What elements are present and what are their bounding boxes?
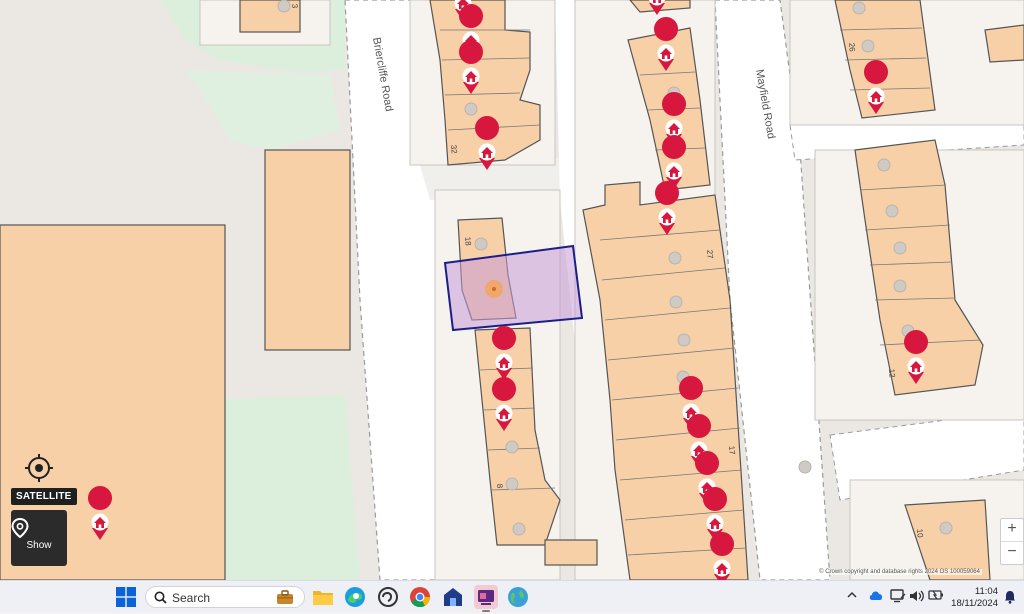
address-dot[interactable] xyxy=(798,460,812,474)
store-icon xyxy=(444,588,462,606)
active-app[interactable] xyxy=(474,585,498,612)
crosshair-icon xyxy=(25,454,53,482)
locate-me-button[interactable] xyxy=(24,453,54,483)
house-number: 10 xyxy=(915,528,925,538)
address-dot[interactable] xyxy=(668,251,682,265)
address-dot[interactable] xyxy=(277,0,291,13)
file-explorer-app[interactable] xyxy=(312,585,336,609)
taskbar: Search 11:04 18/11/2024 xyxy=(0,580,1024,612)
satellite-toggle[interactable]: SATELLITE xyxy=(11,488,77,505)
chrome-icon xyxy=(410,587,431,608)
clock-time: 11:04 xyxy=(974,586,998,597)
building xyxy=(544,539,598,566)
house-number: 18 xyxy=(463,236,473,246)
search-placeholder: Search xyxy=(172,591,211,605)
address-dot[interactable] xyxy=(669,295,683,309)
address-dot[interactable] xyxy=(852,1,866,15)
address-dot[interactable] xyxy=(464,102,478,116)
zoom-in-button[interactable]: + xyxy=(1001,519,1023,541)
house-number: 27 xyxy=(705,249,715,259)
building xyxy=(264,149,351,351)
volume-icon[interactable] xyxy=(909,589,925,603)
address-dot[interactable] xyxy=(877,158,891,172)
show-label: Show xyxy=(26,540,52,551)
selected-property-center xyxy=(492,287,496,291)
address-dot[interactable] xyxy=(939,521,953,535)
address-dot[interactable] xyxy=(474,237,488,251)
zoom-out-button[interactable]: − xyxy=(1001,541,1023,564)
folder-icon xyxy=(313,591,333,605)
address-dot[interactable] xyxy=(677,333,691,347)
network-icon[interactable] xyxy=(890,589,906,603)
house-number: 32 xyxy=(449,144,459,154)
copilot-app[interactable] xyxy=(377,585,401,609)
search-icon xyxy=(154,591,167,604)
store-app[interactable] xyxy=(442,585,466,609)
onedrive-cloud-icon[interactable] xyxy=(868,589,884,601)
address-dot[interactable] xyxy=(893,279,907,293)
widgets-app[interactable] xyxy=(507,585,531,609)
battery-icon[interactable] xyxy=(928,589,944,601)
app-window-icon xyxy=(478,590,494,605)
address-dot[interactable] xyxy=(505,440,519,454)
copilot-icon xyxy=(378,587,398,607)
map-canvas[interactable]: Briercliffe Road Mayfield Road 32 18 8 2… xyxy=(0,0,1024,580)
globe-icon xyxy=(508,587,528,607)
map-pin-icon xyxy=(11,518,29,538)
clock-date: 18/11/2024 xyxy=(951,598,998,609)
show-button[interactable]: Show xyxy=(11,510,67,566)
taskbar-clock[interactable]: 11:04 18/11/2024 xyxy=(951,586,998,610)
zoom-control: + − xyxy=(1000,518,1024,565)
green-area xyxy=(210,395,360,580)
address-dot[interactable] xyxy=(512,522,526,536)
address-dot[interactable] xyxy=(885,204,899,218)
briefcase-icon xyxy=(277,590,293,604)
address-dot[interactable] xyxy=(893,241,907,255)
windows-icon xyxy=(116,587,136,607)
address-dot[interactable] xyxy=(861,39,875,53)
house-number: 12 xyxy=(887,368,897,378)
chevron-up-icon[interactable] xyxy=(846,589,858,601)
house-number: 17 xyxy=(727,445,737,455)
house-number: 26 xyxy=(847,42,857,52)
notification-bell-icon[interactable] xyxy=(1004,590,1016,604)
start-button[interactable] xyxy=(116,585,136,609)
taskbar-search[interactable]: Search xyxy=(145,586,305,608)
address-dot[interactable] xyxy=(505,477,519,491)
building xyxy=(984,24,1024,63)
copyright-notice: © Crown copyright and database rights 20… xyxy=(817,569,982,575)
edge-app[interactable] xyxy=(344,585,368,609)
edge-icon xyxy=(345,587,365,607)
chrome-app[interactable] xyxy=(409,585,433,609)
